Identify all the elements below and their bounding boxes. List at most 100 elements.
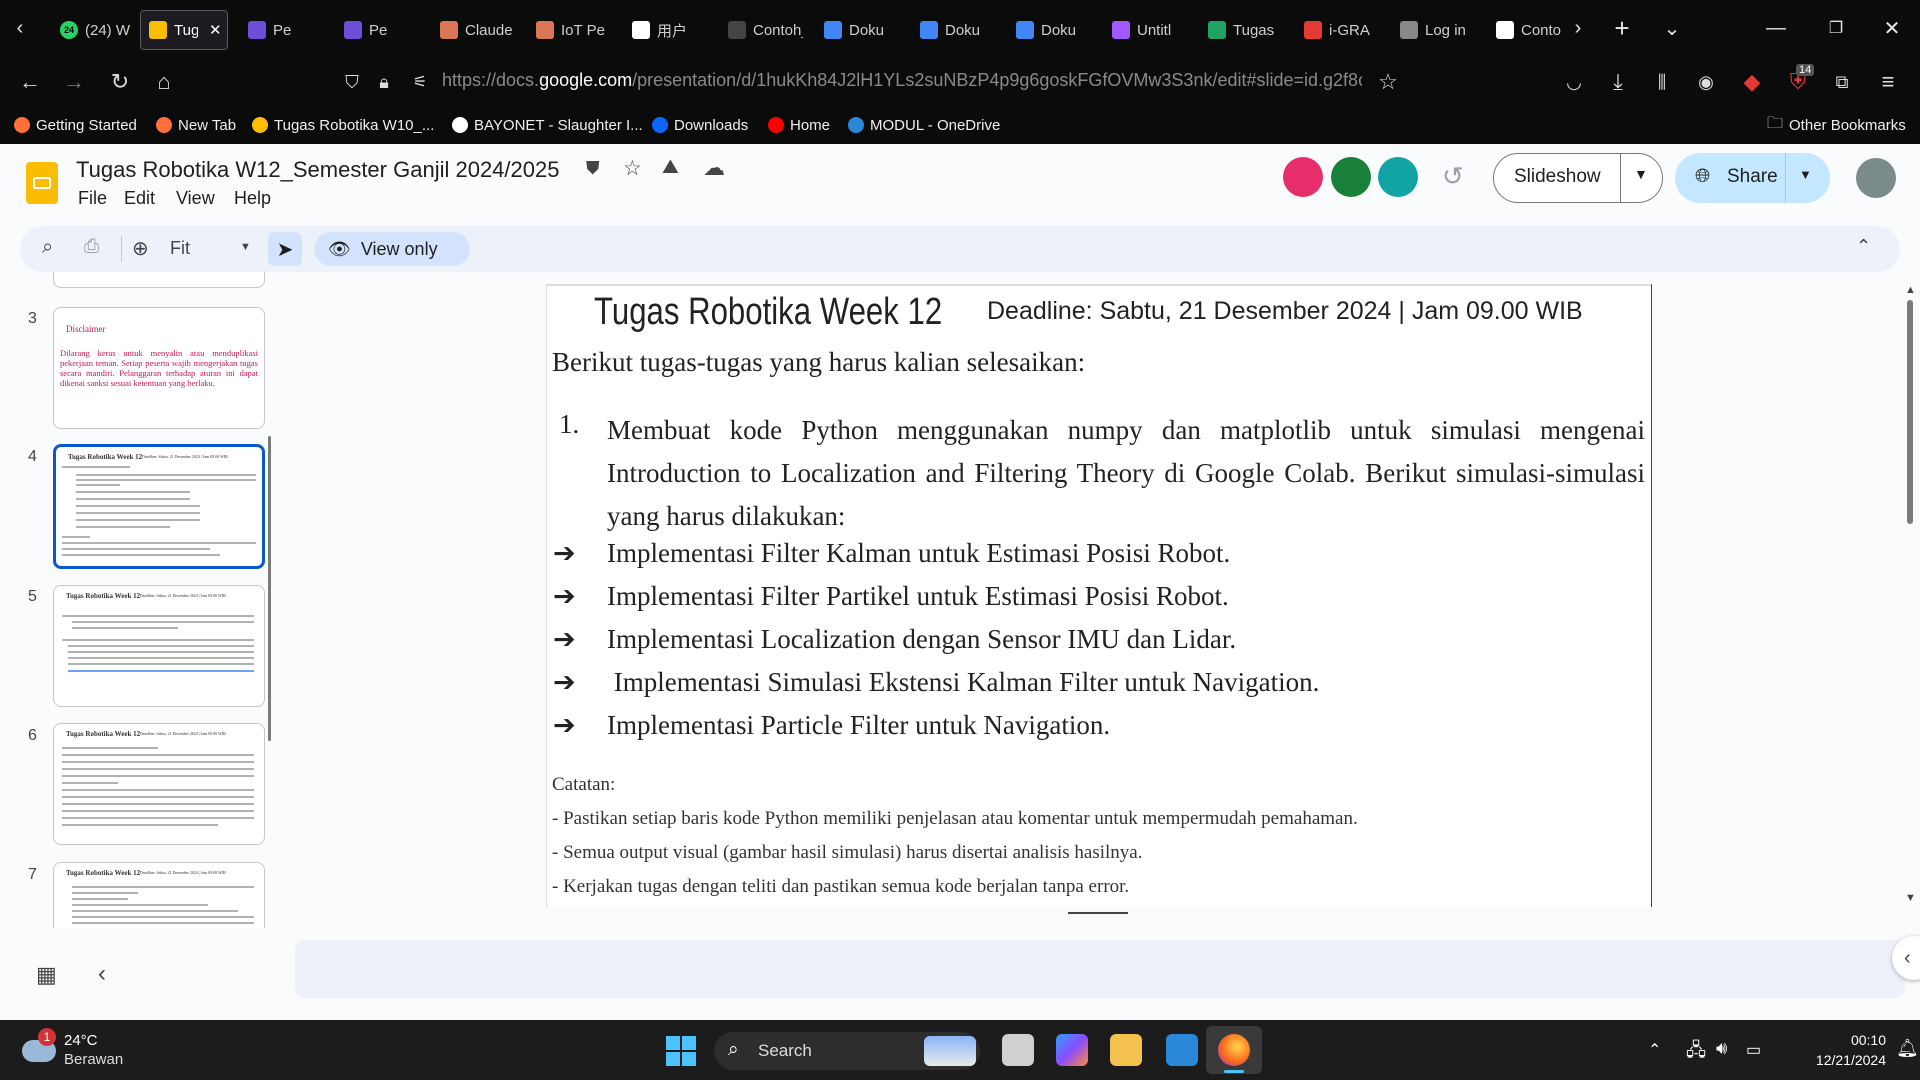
slide-thumbnail-7[interactable]: Tugas Robotika Week 12 Deadline: Sabtu, … <box>53 862 265 928</box>
share-options-icon[interactable]: ▼ <box>1799 167 1812 182</box>
viewer-avatar-2[interactable] <box>1331 157 1371 197</box>
downloads-icon[interactable]: ⤓ <box>1604 68 1632 96</box>
select-cursor-icon[interactable]: ➤ <box>268 232 302 266</box>
user-avatar[interactable] <box>1856 158 1896 198</box>
browser-tab[interactable]: Conto <box>1488 10 1576 50</box>
browser-tab[interactable]: Doku <box>912 10 1000 50</box>
bookmark-item[interactable]: BAYONET - Slaughter I... <box>452 114 643 136</box>
extension-red-icon[interactable]: ◆ <box>1738 68 1766 96</box>
browser-tab[interactable]: i-GRA <box>1296 10 1384 50</box>
browser-tab[interactable]: IoT Pe <box>528 10 616 50</box>
zoom-icon[interactable]: ⊕ <box>132 236 149 261</box>
lock-icon[interactable]: 🔒︎ <box>370 68 398 96</box>
slideshow-options-icon[interactable]: ▼ <box>1634 166 1648 182</box>
home-icon[interactable]: ⌂ <box>150 68 178 96</box>
scroll-down-icon[interactable]: ▼ <box>1905 892 1916 904</box>
version-history-icon[interactable]: ↺ <box>1442 161 1464 192</box>
browser-tab[interactable]: Doku <box>1008 10 1096 50</box>
pocket-icon[interactable]: ◡ <box>1560 68 1588 96</box>
account-icon[interactable]: ◉ <box>1692 68 1720 96</box>
zoom-select[interactable]: Fit ▼ <box>170 238 260 259</box>
windows-start-icon[interactable] <box>666 1036 696 1066</box>
browser-tab[interactable]: Pe <box>336 10 424 50</box>
weather-temperature[interactable]: 24°C <box>64 1032 98 1049</box>
browser-tab[interactable]: 24 (24) W <box>52 10 140 50</box>
taskbar-search-box[interactable]: ⌕ Search <box>714 1032 980 1070</box>
bookmark-item[interactable]: Getting Started <box>14 114 137 136</box>
cloud-status-icon[interactable]: ☁ <box>703 155 725 181</box>
slides-logo-icon[interactable] <box>26 162 58 204</box>
slide-thumbnail-6[interactable]: Tugas Robotika Week 12 Deadline: Sabtu, … <box>53 723 265 845</box>
browser-tab[interactable]: 用户 <box>624 10 712 50</box>
browser-tab[interactable]: Claude <box>432 10 520 50</box>
clock-date[interactable]: 12/21/2024 <box>1790 1052 1886 1068</box>
viewer-avatar-1[interactable] <box>1283 157 1323 197</box>
reload-icon[interactable]: ↻ <box>106 68 134 96</box>
print-icon[interactable]: ⎙ <box>84 236 99 258</box>
grid-view-icon[interactable]: ▦ <box>36 962 57 988</box>
forward-icon[interactable]: → <box>60 68 88 96</box>
speaker-notes-area[interactable] <box>295 940 1905 998</box>
network-icon[interactable]: 🖧︎ <box>1686 1038 1706 1068</box>
bookmark-item[interactable]: Tugas Robotika W10_... <box>252 114 434 136</box>
slideshow-button[interactable]: Slideshow <box>1514 166 1601 188</box>
browser-tab[interactable]: Contoh_C <box>720 10 808 50</box>
share-button[interactable]: Share <box>1727 166 1778 188</box>
browser-tab[interactable]: Untitl <box>1104 10 1192 50</box>
close-window-icon[interactable]: ✕ <box>1878 14 1906 42</box>
weather-description[interactable]: Berawan <box>64 1051 123 1068</box>
minimize-window-icon[interactable]: — <box>1762 14 1790 42</box>
clock-time[interactable]: 00:10 <box>1790 1032 1886 1048</box>
menu-help[interactable]: Help <box>234 188 271 209</box>
menu-file[interactable]: File <box>78 188 107 209</box>
menu-view[interactable]: View <box>176 188 215 209</box>
browser-tab[interactable]: Tugas ✕ <box>140 10 228 50</box>
slide-resize-handle[interactable] <box>1068 912 1128 914</box>
scroll-up-icon[interactable]: ▲ <box>1905 284 1916 296</box>
browser-tab[interactable]: Pe <box>240 10 328 50</box>
browser-tab[interactable]: Doku <box>816 10 904 50</box>
browser-tab[interactable]: Tugas <box>1200 10 1288 50</box>
volume-icon[interactable]: 🔊︎ <box>1716 1038 1727 1059</box>
slide-thumbnail-2-partial[interactable] <box>53 272 265 288</box>
star-icon[interactable]: ☆ <box>623 156 642 181</box>
slide-scrollbar[interactable] <box>1907 300 1913 524</box>
bookmark-star-icon[interactable]: ☆ <box>1374 68 1402 96</box>
url-bar[interactable]: https://docs.google.com/presentation/d/1… <box>442 70 1362 96</box>
bookmark-item[interactable]: Home <box>768 114 830 136</box>
bookmark-item[interactable]: Downloads <box>652 114 748 136</box>
copilot-icon[interactable] <box>1056 1034 1088 1066</box>
search-menus-icon[interactable]: ⌕ <box>42 236 53 259</box>
firefox-taskbar-button[interactable] <box>1206 1026 1262 1074</box>
view-only-badge[interactable]: 👁︎ View only <box>314 232 470 266</box>
bookmark-item[interactable]: MODUL - OneDrive <box>848 114 1000 136</box>
close-tab-icon[interactable]: ✕ <box>209 21 222 39</box>
browser-tab[interactable]: Log in <box>1392 10 1480 50</box>
slide-thumbnail-5[interactable]: Tugas Robotika Week 12 Deadline: Sabtu, … <box>53 585 265 707</box>
file-explorer-icon[interactable] <box>1110 1034 1142 1066</box>
tab-scroll-right-icon[interactable]: › <box>1564 14 1592 42</box>
new-tab-icon[interactable]: + <box>1608 13 1636 43</box>
move-to-drive-icon[interactable]: ⛰ <box>662 156 679 179</box>
menu-edit[interactable]: Edit <box>124 188 155 209</box>
task-view-icon[interactable] <box>1002 1034 1034 1066</box>
app-menu-icon[interactable]: ≡ <box>1874 68 1902 96</box>
other-bookmarks[interactable]: 🗀 Other Bookmarks <box>1767 114 1906 136</box>
battery-icon[interactable]: ▭ <box>1746 1040 1761 1060</box>
collapse-filmstrip-icon[interactable]: ‹ <box>98 960 106 988</box>
tab-scroll-left-icon[interactable]: ‹ <box>6 14 34 42</box>
viewer-avatar-3[interactable] <box>1378 157 1418 197</box>
permissions-icon[interactable]: ⚟ <box>406 68 434 96</box>
filmstrip-scrollbar[interactable] <box>268 436 271 741</box>
collapse-toolbar-icon[interactable]: ⌃ <box>1856 236 1871 257</box>
back-icon[interactable]: ← <box>16 68 44 96</box>
restore-window-icon[interactable]: ❐ <box>1822 14 1850 42</box>
slide-thumbnail-4-selected[interactable]: Tugas Robotika Week 12 Deadline: Sabtu, … <box>53 444 265 569</box>
notifications-bell-icon[interactable]: 🔔︎ <box>1896 1038 1919 1059</box>
tracking-protection-icon[interactable]: ⛉ <box>338 68 366 96</box>
bookmark-item[interactable]: New Tab <box>156 114 236 136</box>
document-title[interactable]: Tugas Robotika W12_Semester Ganjil 2024/… <box>76 157 559 183</box>
library-icon[interactable]: ⫼ <box>1648 68 1676 96</box>
security-icon[interactable]: ⛊ <box>586 158 600 179</box>
show-hidden-icons[interactable]: ⌃ <box>1648 1040 1661 1060</box>
